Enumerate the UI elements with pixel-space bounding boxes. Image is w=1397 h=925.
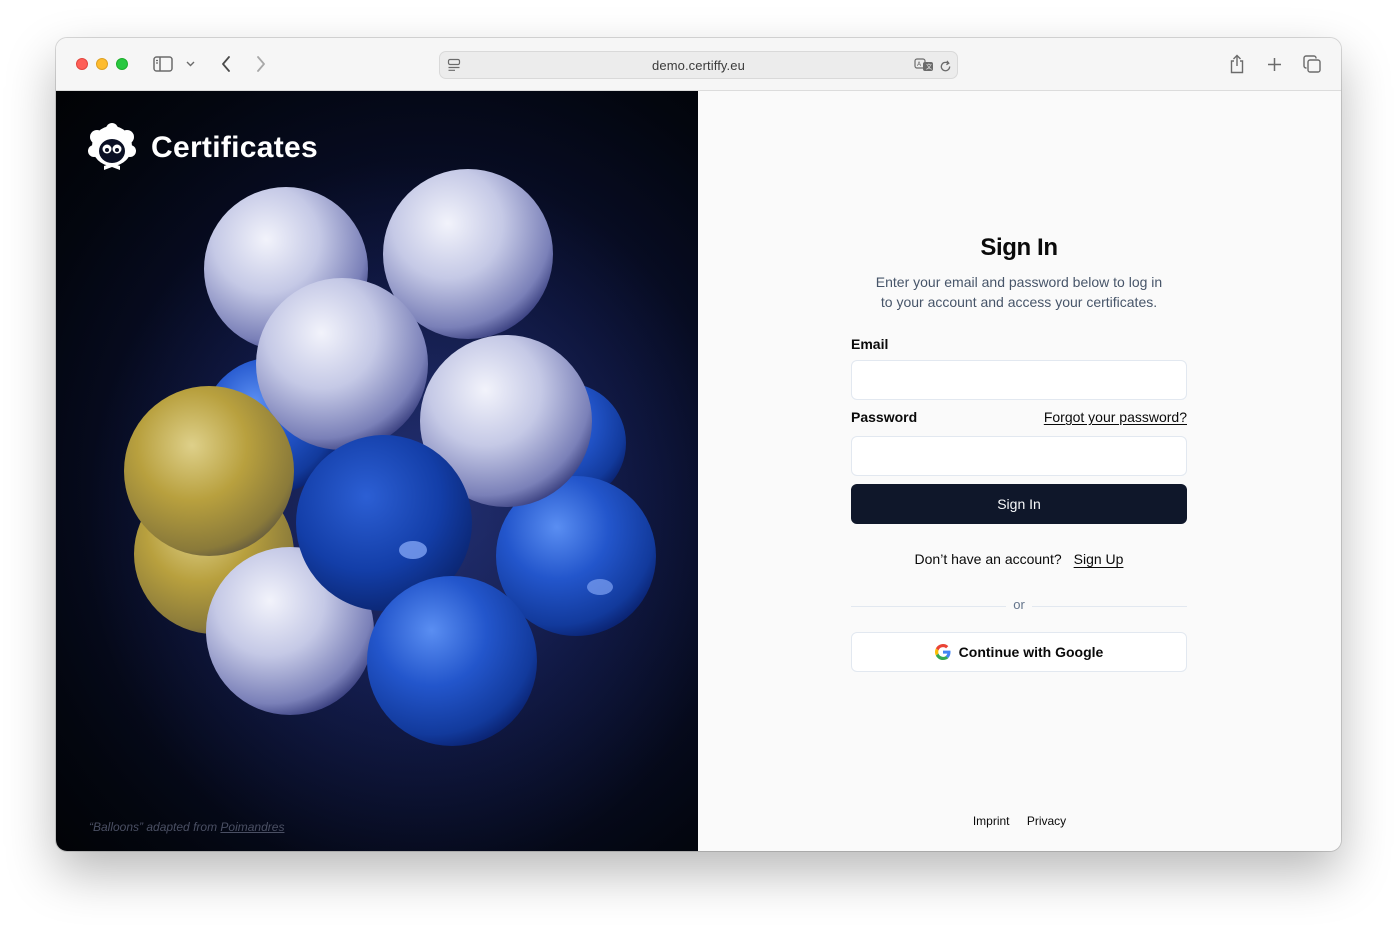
- signin-panel: Sign In Enter your email and password be…: [698, 91, 1341, 851]
- chevron-down-icon[interactable]: [184, 58, 196, 70]
- privacy-link[interactable]: Privacy: [1027, 814, 1066, 828]
- url-text[interactable]: demo.certiffy.eu: [440, 58, 957, 73]
- new-tab-icon[interactable]: [1264, 54, 1284, 74]
- email-field[interactable]: [851, 360, 1187, 400]
- email-label: Email: [851, 336, 889, 352]
- divider-label: or: [851, 597, 1187, 612]
- balloons-artwork: [86, 161, 698, 851]
- browser-window: demo.certiffy.eu A文 Certificates “Balloo…: [56, 38, 1341, 851]
- svg-text:A: A: [917, 61, 922, 68]
- password-label: Password: [851, 409, 918, 425]
- password-field[interactable]: [851, 436, 1187, 476]
- footer: Imprint Privacy: [698, 814, 1341, 828]
- minimize-window-button[interactable]: [96, 58, 108, 70]
- imprint-link[interactable]: Imprint: [973, 814, 1010, 828]
- credit-link[interactable]: Poimandres: [220, 820, 284, 834]
- google-button-label: Continue with Google: [958, 644, 1104, 660]
- zoom-window-button[interactable]: [116, 58, 128, 70]
- no-account-text: Don’t have an account?: [914, 551, 1062, 567]
- sheep-logo-icon: [88, 123, 136, 170]
- brand: Certificates: [87, 123, 318, 173]
- forward-icon[interactable]: [251, 54, 271, 74]
- reload-icon[interactable]: [937, 58, 953, 74]
- signup-prompt: Don’t have an account? Sign Up: [851, 551, 1187, 567]
- google-icon: [934, 644, 951, 660]
- share-icon[interactable]: [1227, 53, 1247, 75]
- sidebar-icon[interactable]: [152, 54, 174, 74]
- subtitle-line: to your account and access your certific…: [880, 294, 1158, 310]
- sign-in-button[interactable]: Sign In: [851, 484, 1187, 524]
- image-credit: “Balloons” adapted from Poimandres: [89, 820, 284, 834]
- tabs-overview-icon[interactable]: [1301, 54, 1323, 74]
- sign-up-link[interactable]: Sign Up: [1074, 551, 1124, 567]
- hero-panel: Certificates “Balloons” adapted from Poi…: [56, 91, 698, 851]
- translate-icon[interactable]: A文: [914, 57, 934, 73]
- or-text: or: [1006, 597, 1032, 612]
- page-title: Sign In: [980, 234, 1058, 261]
- forgot-password-link[interactable]: Forgot your password?: [1044, 409, 1187, 425]
- browser-toolbar: demo.certiffy.eu A文: [56, 38, 1341, 91]
- credit-text: “Balloons” adapted from: [89, 820, 218, 834]
- subtitle-line: Enter your email and password below to l…: [875, 274, 1163, 290]
- continue-with-google-button[interactable]: Continue with Google: [851, 632, 1187, 672]
- back-icon[interactable]: [216, 54, 236, 74]
- address-bar[interactable]: demo.certiffy.eu A文: [439, 51, 958, 79]
- page-subtitle: Enter your email and password below to l…: [841, 272, 1197, 312]
- close-window-button[interactable]: [76, 58, 88, 70]
- svg-text:文: 文: [926, 63, 932, 71]
- brand-name: Certificates: [151, 131, 319, 164]
